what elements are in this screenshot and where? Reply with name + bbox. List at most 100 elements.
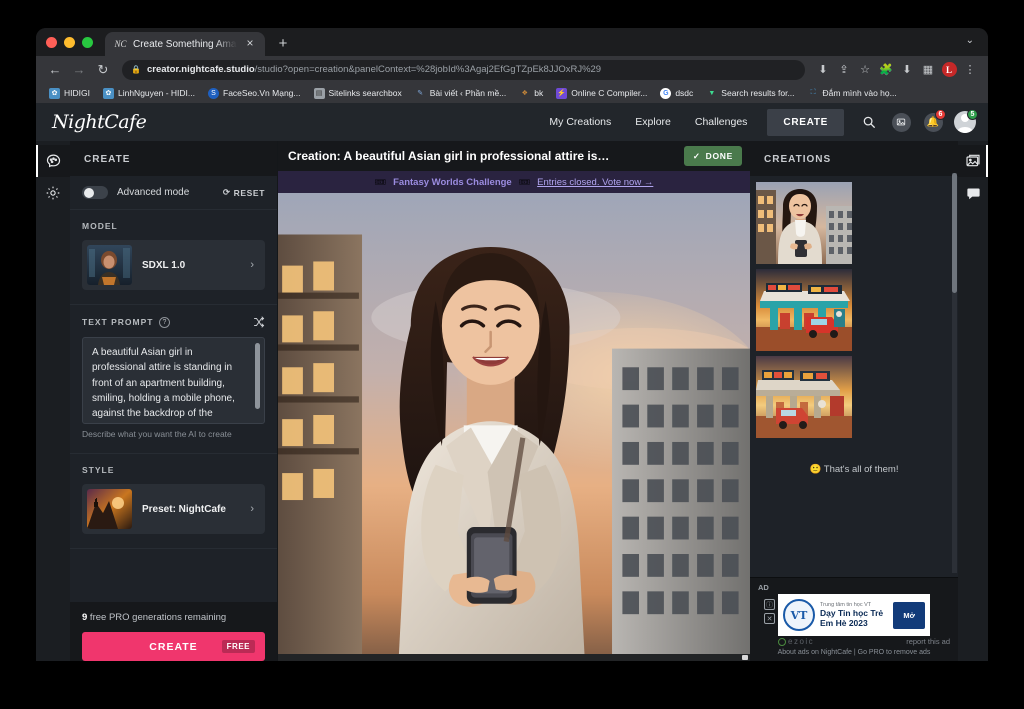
- bookmark-item[interactable]: ⛶Đắm mình vào họ...: [803, 86, 902, 101]
- shuffle-icon[interactable]: [253, 316, 265, 328]
- nav-my-creations[interactable]: My Creations: [539, 110, 621, 134]
- bookmark-item[interactable]: ✎ Bài viết ‹ Phần mề...: [410, 86, 512, 101]
- advanced-mode-toggle[interactable]: [82, 186, 108, 199]
- bookmark-favicon-icon: ✎: [415, 88, 426, 99]
- nav-challenges[interactable]: Challenges: [685, 110, 758, 134]
- new-tab-button[interactable]: +: [271, 31, 295, 55]
- check-icon: ✓: [693, 151, 701, 162]
- close-window-button[interactable]: [46, 37, 57, 48]
- bookmark-item[interactable]: ✿LinhNguyen - HIDI...: [98, 86, 200, 101]
- tab-title: Create Something Amazing - N: [133, 39, 237, 50]
- ad-title-line1: Dạy Tin học Trẻ: [820, 608, 893, 618]
- browser-window: NC Create Something Amazing - N × + ⌄ ← …: [36, 28, 988, 661]
- text-prompt-scrollbar[interactable]: [255, 343, 260, 409]
- browser-toolbar: ← → ↻ 🔒 creator.nightcafe.studio/studio?…: [36, 56, 988, 83]
- share-icon[interactable]: ⇪: [834, 60, 854, 80]
- create-button[interactable]: CREATE FREE: [82, 632, 265, 661]
- ad-info-icon[interactable]: ⓘ: [764, 599, 775, 610]
- style-selector[interactable]: Preset: NightCafe ›: [82, 484, 265, 534]
- bookmark-label: dsdc: [675, 88, 693, 98]
- create-panel-footer: 9 free PRO generations remaining CREATE …: [70, 602, 277, 661]
- browser-tab[interactable]: NC Create Something Amazing - N ×: [105, 32, 265, 56]
- bookmark-item[interactable]: ⚡Online C Compiler...: [551, 86, 652, 101]
- ezoic-ring-icon: [778, 638, 786, 646]
- nav-explore[interactable]: Explore: [625, 110, 681, 134]
- done-button-label: DONE: [706, 151, 733, 161]
- bookmark-item[interactable]: SFaceSeo.Vn Mạng...: [203, 86, 306, 101]
- gallery-icon[interactable]: [958, 145, 988, 177]
- creation-thumb-gas-station-red-car[interactable]: [756, 269, 852, 351]
- ad-logo-icon: VT: [783, 599, 815, 631]
- bookmark-label: bk: [534, 88, 543, 98]
- profile-avatar-icon[interactable]: L: [939, 60, 959, 80]
- creation-image: [278, 193, 750, 654]
- header-create-button[interactable]: CREATE: [767, 109, 844, 136]
- bookmark-item[interactable]: ✿HIDIGI: [44, 86, 95, 101]
- chevron-right-icon: ›: [250, 259, 260, 271]
- bookmark-label: Bài viết ‹ Phần mề...: [430, 88, 507, 98]
- back-button[interactable]: ←: [44, 59, 66, 81]
- end-of-list-note: 🙂 That's all of them!: [750, 438, 958, 475]
- horizontal-scrollbar[interactable]: [278, 654, 750, 661]
- search-icon[interactable]: [856, 109, 882, 135]
- ad-copy: Trung tâm tin học VT Dạy Tin học Trẻ Em …: [820, 602, 893, 629]
- bell-icon[interactable]: 🔔 6: [920, 109, 946, 135]
- tab-search-caret-icon[interactable]: ⌄: [966, 35, 974, 46]
- bookmark-label: FaceSeo.Vn Mạng...: [223, 88, 301, 98]
- bookmark-label: HIDIGI: [64, 88, 90, 98]
- bookmark-item[interactable]: Gdsdc: [655, 86, 698, 101]
- scrollbar-thumb[interactable]: [952, 173, 957, 293]
- free-badge: FREE: [222, 640, 255, 653]
- report-ad-link[interactable]: report this ad: [906, 637, 950, 646]
- create-panel-icon[interactable]: [36, 145, 70, 177]
- nightcafe-favicon-icon: NC: [114, 38, 127, 51]
- help-icon[interactable]: ?: [159, 317, 170, 328]
- reset-label: RESET: [234, 188, 265, 198]
- creation-thumb-asian-girl-phone[interactable]: [756, 182, 852, 264]
- creation-canvas[interactable]: [278, 193, 750, 654]
- close-tab-button[interactable]: ×: [243, 37, 257, 51]
- address-bar[interactable]: 🔒 creator.nightcafe.studio/studio?open=c…: [122, 60, 805, 80]
- app-navigation: My Creations Explore Challenges CREATE 🔔…: [539, 109, 978, 136]
- ad-controls: ⓘ ✕: [764, 599, 775, 624]
- model-selector[interactable]: SDXL 1.0 ›: [82, 240, 265, 290]
- creation-thumb-gas-station-sunset[interactable]: [756, 356, 852, 438]
- maximize-window-button[interactable]: [82, 37, 93, 48]
- url-text: creator.nightcafe.studio/studio?open=cre…: [147, 64, 601, 75]
- settings-gear-icon[interactable]: [36, 177, 70, 209]
- advanced-mode-row: Advanced mode ⟳ RESET: [70, 176, 277, 210]
- bookmarks-bar: ✿HIDIGI ✿LinhNguyen - HIDI... SFaceSeo.V…: [36, 83, 988, 103]
- ad-creative[interactable]: ⓘ ✕ VT Trung tâm tin học VT Dạy Tin học …: [778, 594, 930, 636]
- side-panel-icon[interactable]: ▦: [918, 60, 938, 80]
- model-thumbnail: [87, 245, 132, 285]
- ad-footer-links[interactable]: About ads on NightCafe | Go PRO to remov…: [758, 646, 950, 657]
- challenge-vote-link[interactable]: Entries closed. Vote now →: [537, 177, 653, 188]
- text-prompt-input[interactable]: A beautiful Asian girl in professional a…: [82, 337, 265, 424]
- comments-icon[interactable]: [958, 177, 988, 209]
- bookmark-item[interactable]: ▼Search results for...: [701, 86, 799, 101]
- bookmark-item[interactable]: ❖bk: [514, 86, 548, 101]
- browser-tab-strip: NC Create Something Amazing - N × + ⌄: [36, 28, 988, 56]
- downloads-icon[interactable]: ⬇: [897, 60, 917, 80]
- creations-scrollbar[interactable]: [952, 173, 957, 573]
- chrome-menu-icon[interactable]: ⋮: [960, 60, 980, 80]
- scrollbar-thumb[interactable]: [742, 655, 748, 660]
- nightcafe-logo[interactable]: NightCafe: [52, 111, 146, 133]
- text-prompt-label-text: TEXT PROMPT: [82, 317, 153, 327]
- minimize-window-button[interactable]: [64, 37, 75, 48]
- credits-icon[interactable]: [888, 109, 914, 135]
- avatar[interactable]: 5: [952, 109, 978, 135]
- model-section-label: MODEL: [82, 221, 265, 231]
- notifications-badge: 6: [935, 109, 946, 120]
- bookmark-label: LinhNguyen - HIDI...: [118, 88, 195, 98]
- done-button[interactable]: ✓ DONE: [684, 146, 742, 166]
- reset-button[interactable]: ⟳ RESET: [223, 187, 265, 198]
- bookmark-star-icon[interactable]: ☆: [855, 60, 875, 80]
- bookmark-item[interactable]: ▤Sitelinks searchbox: [309, 86, 407, 101]
- reload-button[interactable]: ↻: [92, 59, 114, 81]
- install-icon[interactable]: ⬇: [813, 60, 833, 80]
- ad-close-icon[interactable]: ✕: [764, 613, 775, 624]
- extensions-puzzle-icon[interactable]: 🧩: [876, 60, 896, 80]
- ad-cta-button[interactable]: Mở: [893, 602, 925, 629]
- forward-button[interactable]: →: [68, 59, 90, 81]
